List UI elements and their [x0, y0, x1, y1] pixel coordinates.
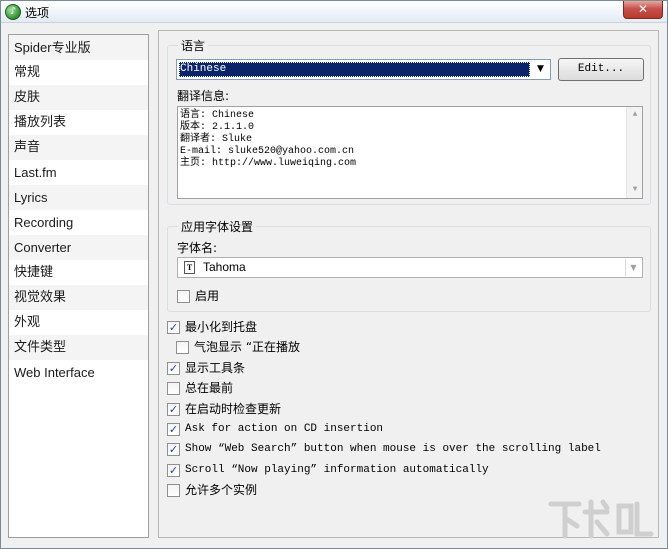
- window-title: 选项: [25, 6, 50, 20]
- sidebar-item[interactable]: Recording: [9, 210, 148, 235]
- scroll-up-icon[interactable]: ▲: [627, 107, 643, 123]
- info-scrollbar[interactable]: ▲ ▼: [626, 107, 642, 198]
- sidebar-item[interactable]: 文件类型: [9, 335, 148, 360]
- app-logo-icon: ♪: [5, 4, 21, 20]
- translation-info-line: 版本: 2.1.1.0: [180, 122, 255, 133]
- checkbox-box[interactable]: ✓: [167, 423, 180, 436]
- option-label: 在启动时检查更新: [185, 402, 282, 416]
- chevron-down-icon[interactable]: ▼: [532, 61, 549, 78]
- options-sidebar: Spider专业版 常规 皮肤 播放列表 声音 Last.fm Lyrics Recordin…: [8, 34, 149, 538]
- translation-info-label: 翻译信息:: [177, 89, 230, 103]
- translation-info-line: 语言: Chinese: [180, 110, 255, 121]
- option-label: Ask for action on CD insertion: [185, 423, 384, 435]
- font-group-title: 应用字体设置: [178, 218, 257, 235]
- sidebar-item[interactable]: 播放列表: [9, 110, 148, 135]
- option-label: 允许多个实例: [185, 483, 258, 497]
- sidebar-item[interactable]: 声音: [9, 135, 148, 160]
- close-button[interactable]: ✕: [623, 1, 663, 19]
- option-label: 气泡显示 “正在播放: [194, 340, 301, 354]
- checkbox-box[interactable]: [177, 290, 190, 303]
- translation-info-line: 主页: http://www.luweiqing.com: [180, 158, 357, 169]
- translation-info-line: 翻译者: Sluke: [180, 134, 253, 145]
- sidebar-item[interactable]: Converter: [9, 235, 148, 260]
- checkbox-box[interactable]: ✓: [167, 443, 180, 456]
- checkbox-box[interactable]: ✓: [167, 464, 180, 477]
- font-file-icon: T: [184, 261, 195, 274]
- chevron-down-icon[interactable]: ▼: [625, 259, 641, 276]
- checkbox-box[interactable]: ✓: [167, 403, 180, 416]
- sidebar-item[interactable]: 常规: [9, 60, 148, 85]
- sidebar-item[interactable]: Web Interface: [9, 360, 148, 385]
- sidebar-item[interactable]: Spider专业版: [9, 35, 148, 60]
- option-label: Show “Web Search” button when mouse is o…: [185, 443, 601, 455]
- option-label: Scroll “Now playing” information automat…: [185, 464, 489, 476]
- title-bar[interactable]: ♪ 选项 ✕: [1, 1, 667, 23]
- watermark-logo: [548, 499, 654, 539]
- translation-info-box[interactable]: 语言: Chinese 版本: 2.1.1.0 翻译者: Sluke E-mail: …: [177, 106, 643, 199]
- checkbox-box[interactable]: ✓: [167, 362, 180, 375]
- options-window: ♪ 选项 ✕ Spider专业版 常规 皮肤 播放列表 声音 Last.fm Lyrics R…: [0, 0, 668, 549]
- font-selected-value: Tahoma: [203, 260, 246, 274]
- font-name-label: 字体名:: [177, 241, 218, 255]
- font-select[interactable]: T Tahoma ▼: [177, 257, 643, 278]
- edit-button[interactable]: Edit...: [558, 58, 644, 81]
- sidebar-item[interactable]: 视觉效果: [9, 285, 148, 310]
- checkbox-box[interactable]: [176, 341, 189, 354]
- option-label: 最小化到托盘: [185, 320, 258, 334]
- font-enable-label: 启用: [195, 289, 220, 303]
- language-group: 语言 Chinese ▼ Edit... 翻译信息: 语言: Chinese 版本…: [167, 37, 651, 205]
- sidebar-item[interactable]: 外观: [9, 310, 148, 335]
- language-select[interactable]: Chinese ▼: [176, 59, 551, 80]
- checkbox-box[interactable]: ✓: [167, 321, 180, 334]
- translation-info-line: E-mail: sluke520@yahoo.com.cn: [180, 146, 355, 157]
- option-label: 显示工具条: [185, 361, 246, 375]
- checkbox-box[interactable]: [167, 484, 180, 497]
- sidebar-item[interactable]: Lyrics: [9, 185, 148, 210]
- language-selected-value: Chinese: [179, 62, 530, 77]
- scroll-down-icon[interactable]: ▼: [627, 182, 643, 198]
- sidebar-item[interactable]: Last.fm: [9, 160, 148, 185]
- font-group: 应用字体设置 字体名: T Tahoma ▼ 启用: [167, 218, 651, 312]
- sidebar-item[interactable]: 快捷键: [9, 260, 148, 285]
- checkbox-box[interactable]: [167, 382, 180, 395]
- language-group-title: 语言: [178, 37, 209, 54]
- option-label: 总在最前: [185, 381, 234, 395]
- sidebar-item[interactable]: 皮肤: [9, 85, 148, 110]
- options-panel: 语言 Chinese ▼ Edit... 翻译信息: 语言: Chinese 版本…: [158, 30, 659, 538]
